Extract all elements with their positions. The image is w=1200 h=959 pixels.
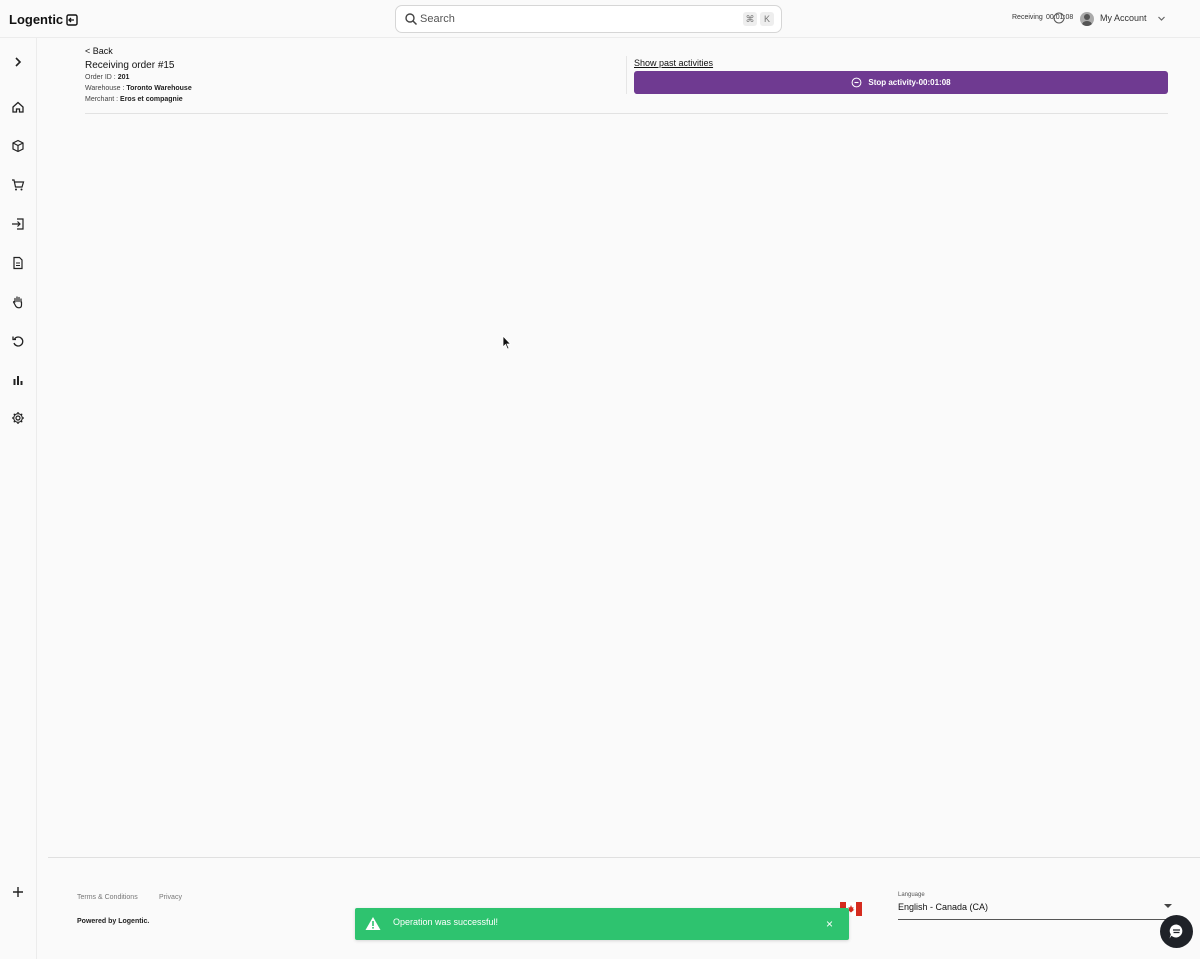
home-icon[interactable]: [11, 100, 25, 114]
mouse-cursor-icon: [502, 335, 512, 350]
success-toast: Operation was successful! ×: [355, 908, 849, 940]
document-icon[interactable]: [11, 256, 25, 270]
toast-close-button[interactable]: ×: [826, 917, 833, 931]
return-icon[interactable]: [11, 334, 25, 348]
cart-icon[interactable]: [11, 178, 25, 192]
stop-activity-label: Stop activity-00:01:08: [868, 78, 951, 87]
merchant-label: Merchant :: [85, 96, 119, 103]
order-id-label: Order ID :: [85, 74, 116, 81]
logo-icon: [66, 13, 78, 26]
search-input[interactable]: Search: [420, 13, 455, 25]
chevron-down-icon[interactable]: [1157, 14, 1166, 23]
timer-icon: [1053, 12, 1065, 24]
chevron-right-icon[interactable]: [11, 55, 25, 69]
chat-icon: [1169, 924, 1183, 939]
terms-link[interactable]: Terms & Conditions: [77, 894, 138, 901]
logo-text: Logentic: [9, 12, 64, 27]
logo[interactable]: Logentic: [9, 12, 78, 27]
language-underline: [898, 919, 1175, 920]
header-divider: [85, 113, 1168, 114]
sidebar: [0, 38, 37, 959]
plus-icon[interactable]: [11, 885, 25, 899]
activity-label: Receiving: [1012, 14, 1043, 21]
avatar[interactable]: [1080, 12, 1094, 26]
warning-icon: [365, 917, 381, 930]
my-account-menu[interactable]: My Account: [1100, 13, 1147, 23]
vertical-divider: [626, 56, 627, 94]
stop-activity-button[interactable]: Stop activity-00:01:08: [634, 71, 1168, 94]
footer-divider: [48, 857, 1200, 858]
language-label: Language: [898, 892, 925, 898]
language-value[interactable]: English - Canada (CA): [898, 902, 988, 912]
warehouse-row: Warehouse : Toronto Warehouse: [85, 85, 192, 92]
search-icon: [405, 13, 418, 26]
powered-by: Powered by Logentic.: [77, 918, 150, 925]
shortcut-cmd-key: ⌘: [743, 12, 757, 26]
top-bar: Logentic Search ⌘ K Receiving 00:01:08 M…: [0, 0, 1200, 38]
show-past-activities-link[interactable]: Show past activities: [634, 58, 713, 68]
search-bar[interactable]: Search ⌘ K: [395, 5, 782, 33]
stop-icon: [851, 77, 862, 88]
chart-icon[interactable]: [11, 373, 25, 387]
inbound-icon[interactable]: [11, 217, 25, 231]
privacy-link[interactable]: Privacy: [159, 894, 182, 901]
merchant-value: Eros et compagnie: [120, 96, 183, 103]
shortcut-k-key: K: [760, 12, 774, 26]
chat-button[interactable]: [1160, 915, 1193, 948]
back-link[interactable]: < Back: [85, 46, 113, 56]
page-title: Receiving order #15: [85, 60, 175, 71]
box-icon[interactable]: [11, 139, 25, 153]
order-id-row: Order ID : 201: [85, 74, 129, 81]
warehouse-label: Warehouse :: [85, 85, 125, 92]
dropdown-arrow-icon[interactable]: [1164, 904, 1172, 908]
hand-icon[interactable]: [11, 295, 25, 309]
order-id-value: 201: [117, 74, 130, 81]
toast-message: Operation was successful!: [393, 917, 499, 927]
merchant-row: Merchant : Eros et compagnie: [85, 96, 183, 103]
warehouse-value: Toronto Warehouse: [126, 85, 192, 92]
settings-icon[interactable]: [11, 411, 25, 425]
